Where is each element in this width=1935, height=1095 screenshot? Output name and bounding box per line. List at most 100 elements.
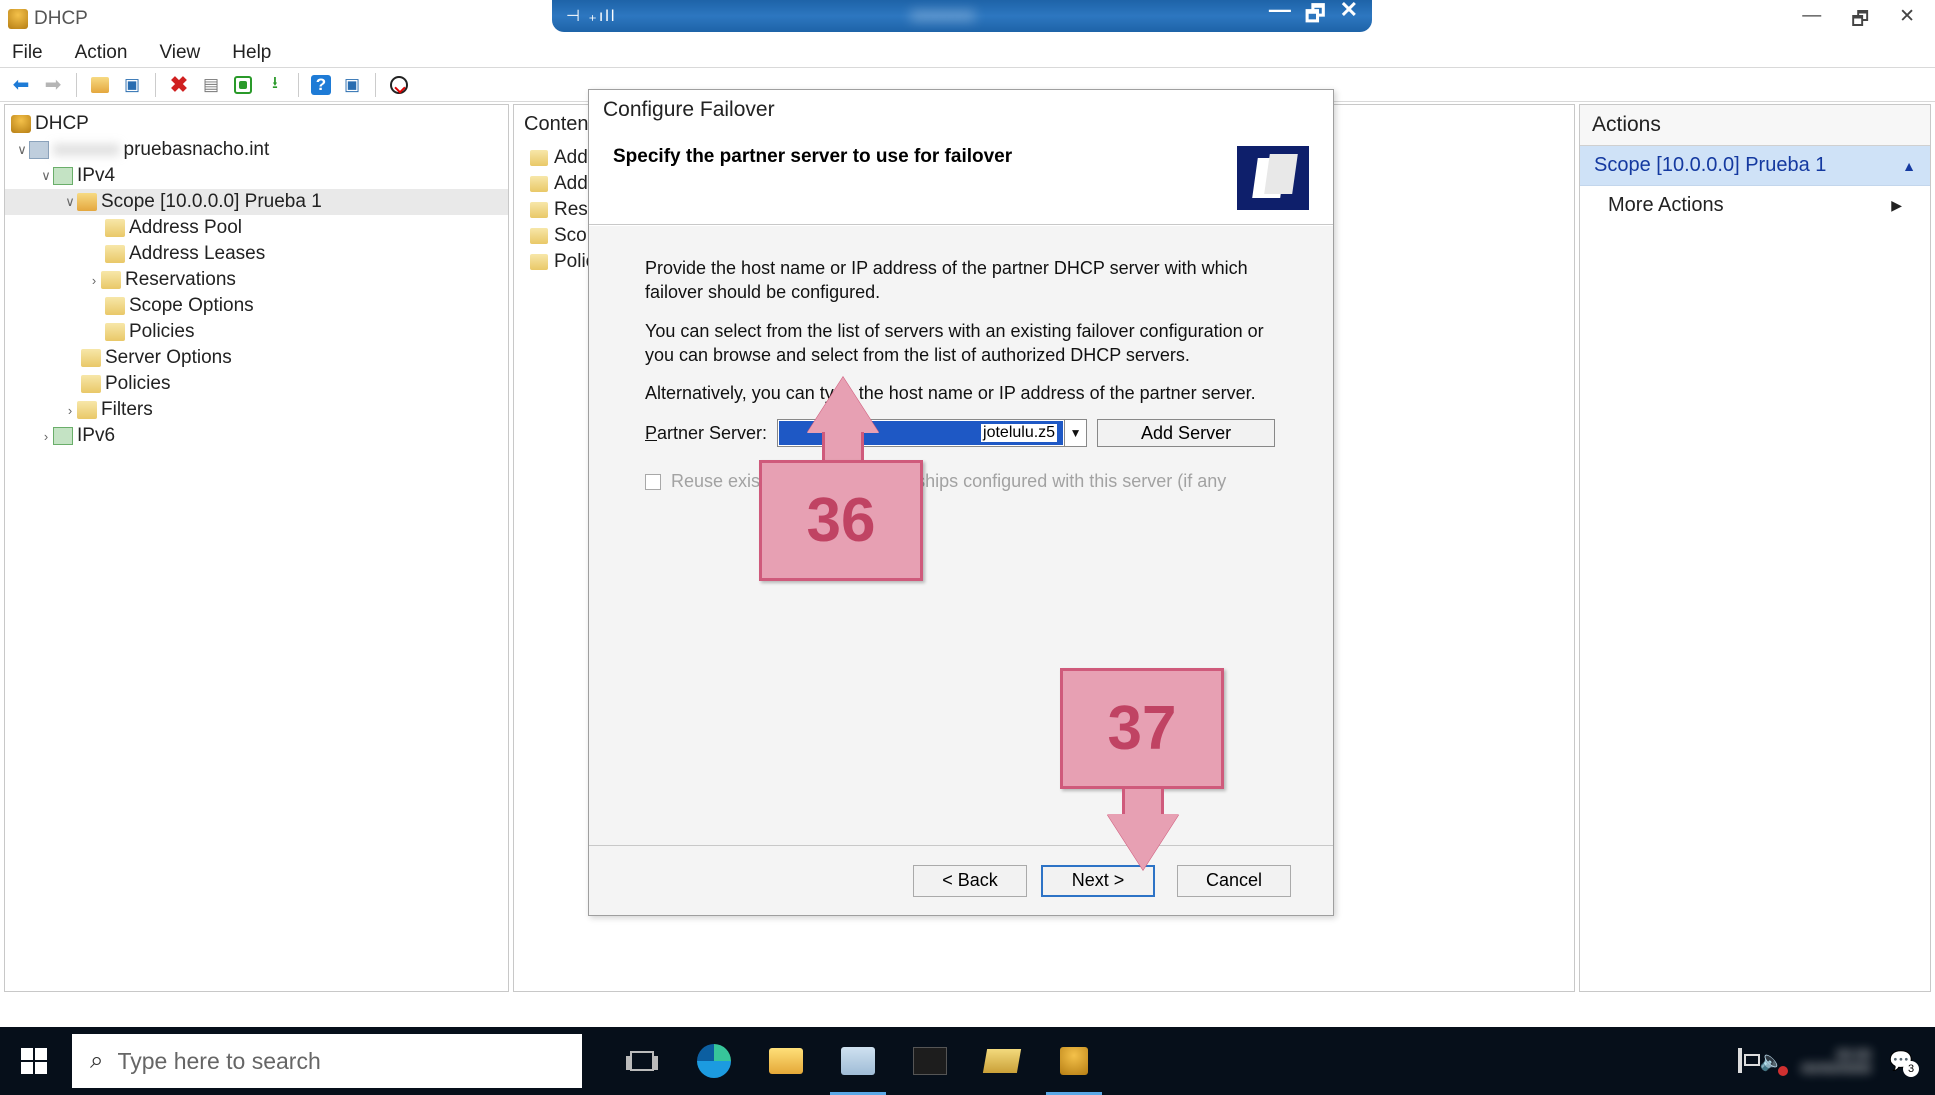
tree-address-leases-label: Address Leases xyxy=(129,243,265,265)
callout-37-arrow xyxy=(1107,814,1179,870)
list-item[interactable]: Addr xyxy=(522,145,598,171)
network-icon[interactable] xyxy=(1738,1050,1742,1072)
reuse-label: Reuse existing failover relationships co… xyxy=(671,471,1226,492)
folder-icon xyxy=(105,245,125,263)
tree-scope-policies-label: Policies xyxy=(129,321,194,343)
toolbar-sep2 xyxy=(155,73,156,97)
notif-badge: 3 xyxy=(1903,1061,1919,1077)
tree-root-label: DHCP xyxy=(35,113,89,135)
tree-server-policies[interactable]: Policies xyxy=(5,371,508,397)
list-item[interactable]: Polic xyxy=(522,249,598,275)
folder-icon xyxy=(105,219,125,237)
back-button[interactable]: < Back xyxy=(913,865,1027,897)
tree-address-pool[interactable]: Address Pool xyxy=(5,215,508,241)
menu-bar: File Action View Help xyxy=(0,38,1935,68)
wizard-text-1: Provide the host name or IP address of t… xyxy=(645,256,1277,305)
folder-icon xyxy=(77,193,97,211)
tree-filters-label: Filters xyxy=(101,399,153,421)
cmd-icon[interactable] xyxy=(894,1027,966,1095)
outer-minimize[interactable]: — xyxy=(1802,5,1821,37)
refresh-icon[interactable]: ▤ xyxy=(200,74,222,96)
tree-server-policies-label: Policies xyxy=(105,373,170,395)
menu-action[interactable]: Action xyxy=(75,42,128,64)
expander-icon[interactable]: ∨ xyxy=(63,194,77,210)
expander-icon[interactable]: ∨ xyxy=(39,168,53,184)
reuse-checkbox xyxy=(645,474,661,490)
server-icon xyxy=(29,141,49,159)
forward-icon: ➡ xyxy=(42,74,64,96)
vm-restore[interactable]: 🗗 xyxy=(1305,0,1326,35)
wizard-title: Configure Failover xyxy=(589,90,1333,130)
back-icon[interactable]: ⬅ xyxy=(10,74,32,96)
list-item[interactable]: Scop xyxy=(522,223,598,249)
clock-blurred[interactable]: 00:0000/00/0000 xyxy=(1801,1047,1871,1075)
vm-close[interactable]: ✕ xyxy=(1340,0,1358,35)
folder-icon xyxy=(101,271,121,289)
reuse-row: Reuse existing failover relationships co… xyxy=(645,471,1277,492)
tree-scope[interactable]: ∨ Scope [10.0.0.0] Prueba 1 xyxy=(5,189,508,215)
actions-more-label: More Actions xyxy=(1608,194,1724,217)
tree-scope-policies[interactable]: Policies xyxy=(5,319,508,345)
file-explorer-icon[interactable] xyxy=(750,1027,822,1095)
app-title-area: DHCP xyxy=(8,8,88,30)
tree-reservations-label: Reservations xyxy=(125,269,236,291)
tree-ipv4[interactable]: ∨ IPv4 xyxy=(5,163,508,189)
vm-title-blurred: xxxxxxxx xyxy=(616,7,1269,25)
expander-icon[interactable]: ∨ xyxy=(15,142,29,158)
delete-icon[interactable]: ✖ xyxy=(168,74,190,96)
dhcp-taskbar-icon[interactable] xyxy=(1038,1027,1110,1095)
tree-server-options[interactable]: Server Options xyxy=(5,345,508,371)
folder-icon xyxy=(81,375,101,393)
reconcile-icon[interactable] xyxy=(232,74,254,96)
list-item[interactable]: Addr xyxy=(522,171,598,197)
actions-more-row[interactable]: More Actions ▶ xyxy=(1580,186,1930,225)
toolbar-sep xyxy=(76,73,77,97)
toolbar-sep4 xyxy=(375,73,376,97)
notifications-icon[interactable]: 💬3 xyxy=(1889,1049,1913,1073)
outer-restore[interactable]: 🗗 xyxy=(1851,5,1869,37)
tree-root[interactable]: DHCP xyxy=(5,111,508,137)
edge-icon[interactable] xyxy=(678,1027,750,1095)
tree-scope-options[interactable]: Scope Options xyxy=(5,293,508,319)
tree-reservations[interactable]: › Reservations xyxy=(5,267,508,293)
tree-filters[interactable]: › Filters xyxy=(5,397,508,423)
cancel-button[interactable]: Cancel xyxy=(1177,865,1291,897)
add-server-button[interactable]: Add Server xyxy=(1097,419,1275,447)
callout-36-text: 36 xyxy=(807,485,876,556)
expander-icon[interactable]: › xyxy=(39,429,53,444)
tree-server[interactable]: ∨ xxxxxxx pruebasnacho.int xyxy=(5,137,508,163)
collapse-icon[interactable]: ▲ xyxy=(1902,158,1916,174)
task-view-icon[interactable] xyxy=(606,1027,678,1095)
tree-ipv6[interactable]: › IPv6 xyxy=(5,423,508,449)
properties-icon[interactable]: ▣ xyxy=(121,74,143,96)
list-item[interactable]: Rese xyxy=(522,197,598,223)
menu-view[interactable]: View xyxy=(159,42,200,64)
server-manager-icon[interactable] xyxy=(822,1027,894,1095)
expander-icon[interactable]: › xyxy=(87,273,101,288)
folder-icon xyxy=(530,176,548,192)
download-icon[interactable] xyxy=(388,74,410,96)
help-icon[interactable]: ? xyxy=(311,75,331,95)
volume-muted-icon[interactable]: 🔈 xyxy=(1760,1049,1784,1073)
export-icon[interactable]: ⭳ xyxy=(264,74,286,96)
wizard-text-2: You can select from the list of servers … xyxy=(645,319,1277,368)
connect-icon[interactable]: ▣ xyxy=(341,74,363,96)
show-hide-icon[interactable] xyxy=(89,74,111,96)
expander-icon[interactable]: › xyxy=(63,403,77,418)
tree-scope-options-label: Scope Options xyxy=(129,295,254,317)
vm-minimize[interactable]: — xyxy=(1269,0,1291,35)
menu-file[interactable]: File xyxy=(12,42,43,64)
actions-scope-row[interactable]: Scope [10.0.0.0] Prueba 1 ▲ xyxy=(1580,146,1930,186)
folder-icon xyxy=(81,349,101,367)
dhcp-root-icon xyxy=(11,115,31,133)
start-button[interactable] xyxy=(0,1027,68,1095)
contents-header: Content xyxy=(524,113,594,136)
menu-help[interactable]: Help xyxy=(232,42,271,64)
taskbar-search[interactable]: ⌕ Type here to search xyxy=(72,1034,582,1088)
callout-37: 37 xyxy=(1060,668,1224,789)
dropdown-icon[interactable]: ▼ xyxy=(1064,420,1086,446)
server-suffix: pruebasnacho.int xyxy=(124,139,270,161)
outer-close[interactable]: ✕ xyxy=(1899,5,1915,37)
tree-address-leases[interactable]: Address Leases xyxy=(5,241,508,267)
notes-icon[interactable] xyxy=(966,1027,1038,1095)
